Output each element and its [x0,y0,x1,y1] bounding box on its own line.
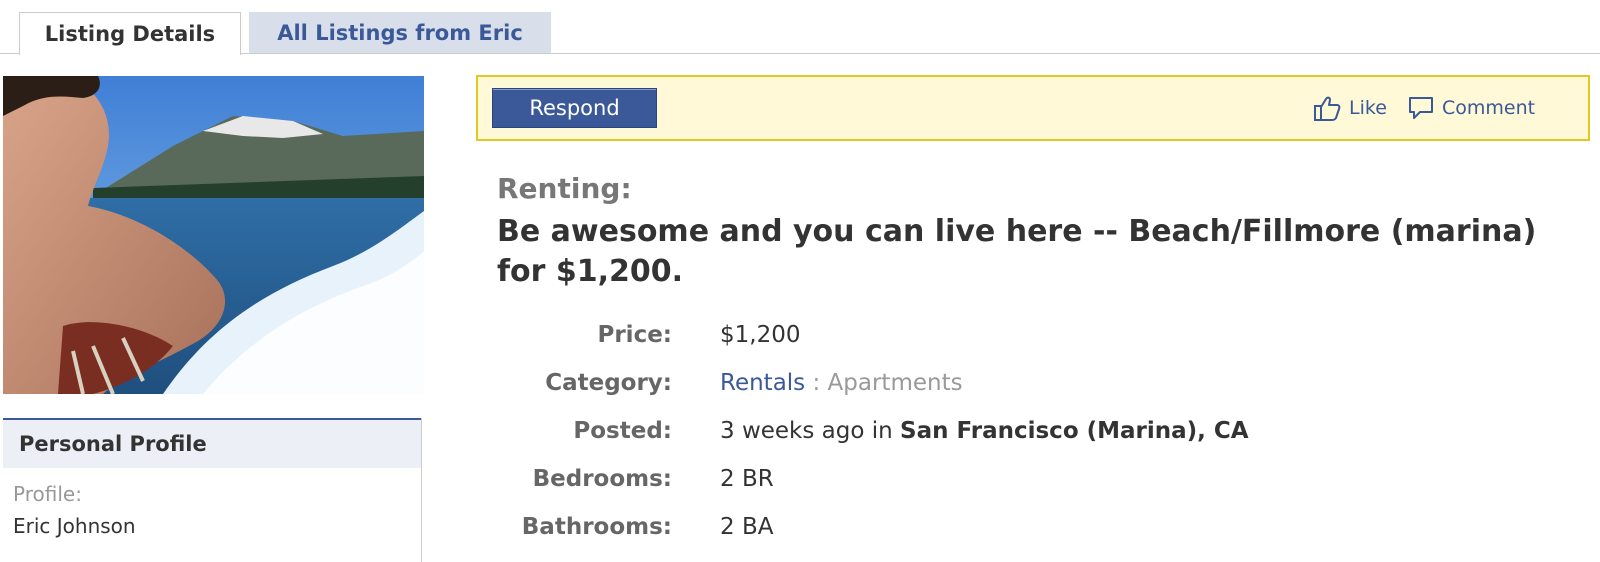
price-value: $1,200 [720,322,801,348]
posted-location: San Francisco (Marina), CA [900,418,1249,444]
action-bar: Respond Like Comment [476,75,1590,141]
profile-name: Eric Johnson [13,514,136,538]
listing-page: Listing Details All Listings from Eric P… [0,0,1600,562]
bathrooms-value: 2 BA [720,514,774,540]
posted-label: Posted: [573,418,672,444]
speech-bubble-icon [1408,95,1434,121]
detail-row-posted: Posted: 3 weeks ago in San Francisco (Ma… [480,418,1580,454]
personal-profile-heading: Personal Profile [3,418,421,468]
listing-type-label: Renting: [497,172,632,205]
respond-button[interactable]: Respond [492,88,657,128]
price-label: Price: [597,322,672,348]
tab-listing-details[interactable]: Listing Details [19,12,241,55]
listing-title: Be awesome and you can live here -- Beac… [497,214,1537,289]
thumbs-up-icon [1313,95,1341,121]
comment-label: Comment [1442,97,1536,119]
category-label: Category: [545,370,672,396]
category-sub: Apartments [827,370,963,396]
listing-photo[interactable] [3,76,424,394]
bedrooms-label: Bedrooms: [532,466,672,492]
posted-time: 3 weeks ago in [720,418,901,444]
category-link[interactable]: Rentals [720,370,805,396]
bedrooms-value: 2 BR [720,466,774,492]
posted-value: 3 weeks ago in San Francisco (Marina), C… [720,418,1249,444]
photo-illustration [3,76,424,394]
detail-row-price: Price: $1,200 [480,322,1580,358]
comment-link[interactable]: Comment [1408,93,1535,123]
personal-profile-box: Personal Profile Profile: Eric Johnson [3,418,422,562]
like-link[interactable]: Like [1313,93,1387,123]
detail-row-bathrooms: Bathrooms: 2 BA [480,514,1580,550]
bathrooms-label: Bathrooms: [521,514,672,540]
category-value: Rentals : Apartments [720,370,963,396]
tab-label: Listing Details [44,22,216,46]
profile-label: Profile: [13,482,82,506]
detail-row-category: Category: Rentals : Apartments [480,370,1580,406]
tab-all-listings[interactable]: All Listings from Eric [249,12,551,53]
category-separator: : [805,370,828,396]
detail-row-bedrooms: Bedrooms: 2 BR [480,466,1580,502]
tab-label: All Listings from Eric [277,21,523,45]
like-label: Like [1349,97,1387,119]
